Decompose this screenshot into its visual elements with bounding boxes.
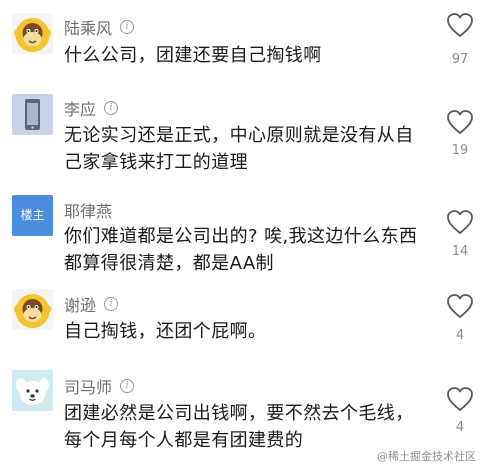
like-count: 4 [455, 420, 465, 435]
info-icon[interactable]: i [104, 297, 119, 311]
avatar-label: 楼主 [20, 208, 45, 222]
like-button[interactable] [440, 386, 480, 412]
avatar[interactable] [12, 289, 53, 330]
like-button[interactable] [440, 293, 480, 319]
comment-author[interactable]: 司马师 i [64, 374, 135, 398]
comment-text: 自己掏钱，还团个屁啊。 [64, 321, 267, 342]
author-name[interactable]: 司马师 [64, 374, 112, 398]
comment-author[interactable]: 耶律燕 [64, 198, 112, 222]
comment-text: 团建必然是公司出钱啊，要不然去个毛线，每个月每个人都是有团建费的 [64, 403, 414, 451]
like-count: 4 [455, 328, 465, 343]
info-icon[interactable]: i [120, 20, 135, 34]
like-count: 97 [451, 52, 469, 67]
monkey-icon [12, 289, 53, 330]
comment-author[interactable]: 谢逊 i [64, 292, 119, 316]
comment-text: 什么公司，团建还要自己掏钱啊 [64, 45, 322, 66]
author-name[interactable]: 李应 [64, 96, 96, 120]
dog-icon [12, 370, 53, 411]
heart-icon [447, 210, 473, 234]
like-count: 19 [451, 143, 469, 158]
like-count: 14 [451, 244, 469, 259]
avatar[interactable] [12, 370, 53, 411]
comment-author[interactable]: 陆乘风 i [64, 15, 135, 39]
comment-text: 你们难道都是公司出的? 唉,我这边什么东西都算得很清楚，都是AA制 [64, 226, 418, 274]
avatar[interactable] [12, 94, 53, 135]
info-icon[interactable]: i [120, 379, 135, 393]
heart-icon [447, 110, 473, 134]
author-name[interactable]: 耶律燕 [64, 198, 112, 222]
like-button[interactable] [440, 209, 480, 235]
info-icon[interactable]: i [104, 101, 119, 115]
comment-text: 无论实习还是正式，中心原则就是没有从自己家拿钱来打工的道理 [64, 125, 414, 173]
phone-icon [12, 94, 53, 135]
comment-author[interactable]: 李应 i [64, 96, 119, 120]
like-button[interactable] [440, 12, 480, 38]
heart-icon [447, 387, 473, 411]
monkey-icon [12, 13, 53, 54]
avatar[interactable] [12, 13, 53, 54]
author-name[interactable]: 陆乘风 [64, 15, 112, 39]
author-name[interactable]: 谢逊 [64, 292, 96, 316]
heart-icon [447, 13, 473, 37]
like-button[interactable] [440, 109, 480, 135]
watermark: @稀土掘金技术社区 [377, 450, 476, 463]
avatar[interactable]: 楼主 [12, 195, 53, 236]
heart-icon [447, 294, 473, 318]
